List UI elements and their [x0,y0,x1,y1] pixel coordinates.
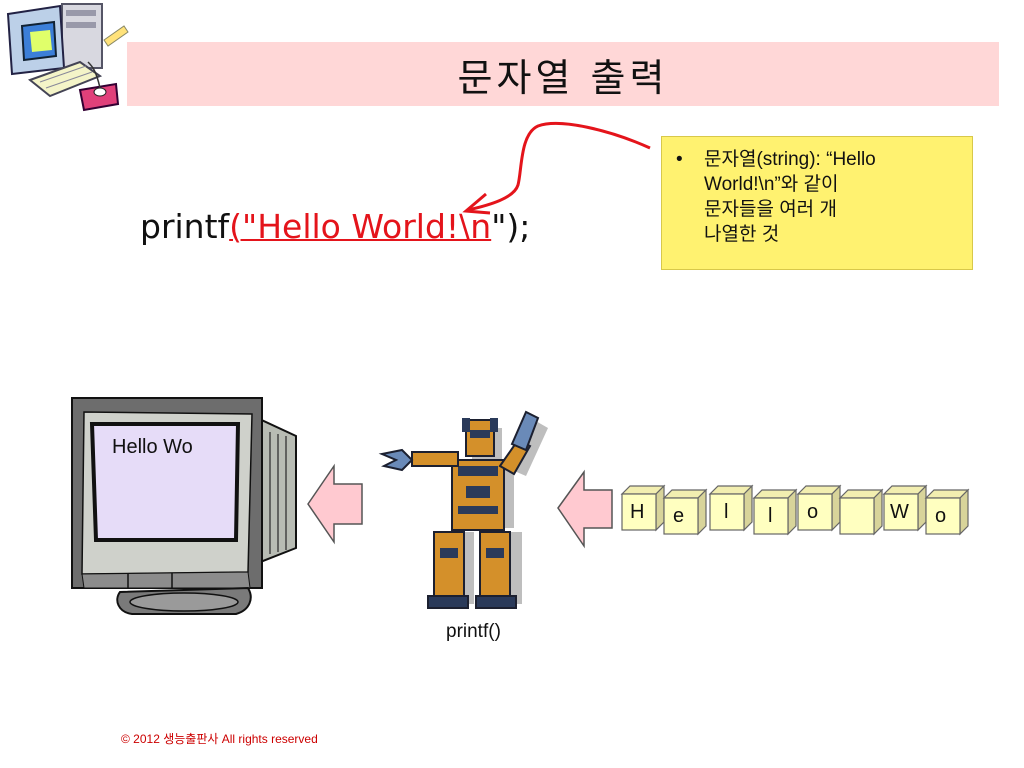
robot-label: printf() [446,621,501,642]
monitor-screen-text: Hello Wo [112,436,193,458]
letter-box-label: W [890,501,909,523]
letter-box [662,488,708,536]
code-string-argument: ("Hello World!\n [229,207,492,246]
callout-line: 문자열(string): “Hello [704,149,876,170]
letter-box [838,488,884,536]
letter-box-label: o [807,501,819,523]
code-line: printf("Hello World!\n"); [140,207,530,246]
monitor-clipart [71,397,297,615]
letter-box-label: H [630,501,645,523]
letter-box-label: l [724,501,729,523]
bullet-icon: • [676,149,683,170]
callout-line: World!\n”와 같이 [704,174,839,195]
code-suffix: "); [491,207,531,246]
callout-line: 나열한 것 [704,224,780,245]
code-prefix: printf [140,207,230,246]
letter-box-label: e [673,505,685,527]
arrow-left-shape-2 [557,469,613,549]
letter-box [708,484,754,532]
definition-callout: • 문자열(string): “Hello World!\n”와 같이 문자들을… [661,136,973,270]
letter-box [924,488,970,536]
copyright-footer: © 2012 생능출판사 All rights reserved [121,732,318,746]
red-curve-arrow [462,122,651,215]
letter-box [752,488,798,536]
arrow-left-shape [307,463,363,545]
slide-title: 문자열 출력 [457,55,669,100]
slide-graphics [6,3,970,615]
computer-clipart-icon [6,3,129,112]
robot-clipart-icon [378,410,548,609]
letter-box-label: l [768,505,773,527]
letter-box-label: o [935,505,947,527]
callout-line: 문자들을 여러 개 [704,199,837,220]
letter-box [796,484,842,532]
title-bar: 문자열 출력 [127,42,999,106]
